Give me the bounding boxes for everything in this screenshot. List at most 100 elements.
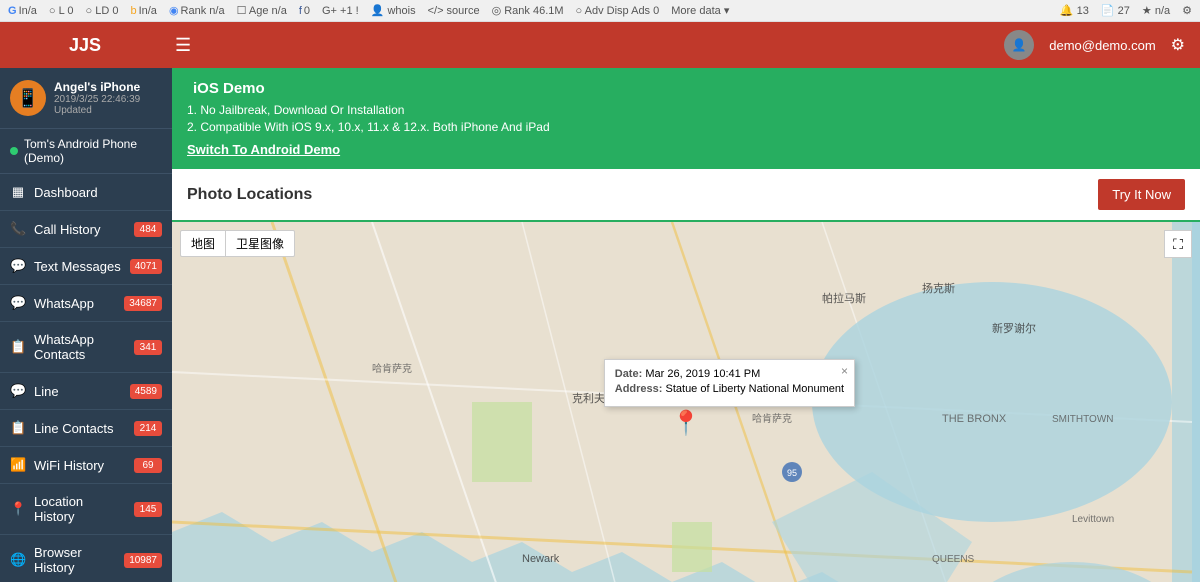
photo-locations-header: Photo Locations Try It Now bbox=[172, 169, 1200, 222]
whatsapp-badge: 34687 bbox=[124, 296, 162, 311]
popup-address-label: Address: bbox=[615, 383, 663, 395]
popup-address-row: Address: Statue of Liberty National Monu… bbox=[615, 383, 844, 395]
map-pin: 📍 bbox=[671, 409, 701, 438]
text-messages-badge: 4071 bbox=[130, 259, 162, 274]
more-data-button[interactable]: More data ▾ bbox=[671, 4, 729, 17]
active-dot bbox=[10, 147, 18, 155]
seo-item: ◉ Rank n/a bbox=[169, 4, 225, 17]
sidebar-item-label: WhatsApp Contacts bbox=[34, 332, 126, 362]
ios-banner-point-1: No Jailbreak, Download Or Installation bbox=[187, 103, 1185, 117]
svg-text:SMITHTOWN: SMITHTOWN bbox=[1052, 414, 1113, 425]
user-email: demo@demo.com bbox=[1049, 38, 1155, 53]
header-icons: 👤 demo@demo.com ⚙ bbox=[974, 30, 1185, 60]
svg-text:Levittown: Levittown bbox=[1072, 514, 1114, 525]
ios-banner: iOS Demo No Jailbreak, Download Or Insta… bbox=[172, 68, 1200, 169]
browser-history-badge: 10987 bbox=[124, 553, 162, 568]
seo-item: 👤 whois bbox=[371, 4, 416, 17]
sidebar-item-label: Line Contacts bbox=[34, 421, 126, 436]
popup-date-row: Date: Mar 26, 2019 10:41 PM bbox=[615, 368, 844, 380]
seo-item: G In/a bbox=[8, 5, 37, 17]
map-popup: × Date: Mar 26, 2019 10:41 PM Address: S… bbox=[604, 359, 855, 407]
seo-item: </> source bbox=[428, 5, 480, 17]
avatar: 👤 bbox=[1004, 30, 1034, 60]
sidebar-item-label: Dashboard bbox=[34, 185, 162, 200]
line-badge: 4589 bbox=[130, 384, 162, 399]
sidebar-item-label: Browser History bbox=[34, 545, 116, 575]
ios-banner-point-2: Compatible With iOS 9.x, 10.x, 11.x & 12… bbox=[187, 120, 1185, 134]
sidebar-item-whatsapp-contacts[interactable]: 📋 WhatsApp Contacts 341 bbox=[0, 322, 172, 373]
text-icon: 💬 bbox=[10, 258, 26, 274]
line-contacts-icon: 📋 bbox=[10, 420, 26, 436]
sidebar-item-label: WhatsApp bbox=[34, 296, 116, 311]
sidebar-item-call-history[interactable]: 📞 Call History 484 bbox=[0, 211, 172, 248]
svg-text:QUEENS: QUEENS bbox=[932, 554, 975, 565]
call-history-badge: 484 bbox=[134, 222, 162, 237]
logo: JJS bbox=[15, 35, 155, 56]
sidebar: 📱 Angel's iPhone 2019/3/25 22:46:39 Upda… bbox=[0, 68, 172, 582]
satellite-view-button[interactable]: 卫星图像 bbox=[225, 230, 295, 257]
popup-date-label: Date: bbox=[615, 368, 643, 380]
switch-android-link[interactable]: Switch To Android Demo bbox=[187, 142, 340, 157]
device-icon: 📱 bbox=[10, 80, 46, 116]
svg-text:95: 95 bbox=[787, 468, 797, 478]
seo-item: ○ LD 0 bbox=[86, 5, 119, 17]
sidebar-item-label: Call History bbox=[34, 222, 126, 237]
page-title: Photo Locations bbox=[187, 186, 312, 204]
browser-icon: 🌐 bbox=[10, 552, 26, 568]
ios-banner-list: No Jailbreak, Download Or Installation C… bbox=[187, 103, 1185, 134]
sidebar-item-wifi-history[interactable]: 📶 WiFi History 69 bbox=[0, 447, 172, 484]
seo-item: ☐ Age n/a bbox=[237, 4, 287, 17]
map-area: 帕拉马斯 扬克斯 新罗谢尔 哈肯萨克 克利夫顿 哈肯萨克 Newark New … bbox=[172, 222, 1200, 582]
whatsapp-contacts-icon: 📋 bbox=[10, 339, 26, 355]
sidebar-item-label: Line bbox=[34, 384, 122, 399]
sidebar-item-label: Text Messages bbox=[34, 259, 122, 274]
seo-item: ◎ Rank 46.1M bbox=[492, 4, 564, 17]
menu-icon[interactable]: ☰ bbox=[175, 35, 954, 56]
content-area: iOS Demo No Jailbreak, Download Or Insta… bbox=[172, 68, 1200, 582]
map-view-button[interactable]: 地图 bbox=[180, 230, 225, 257]
sidebar-item-line[interactable]: 💬 Line 4589 bbox=[0, 373, 172, 410]
whatsapp-icon: 💬 bbox=[10, 295, 26, 311]
seo-bar: G In/a ○ L 0 ○ LD 0 b In/a ◉ Rank n/a ☐ … bbox=[0, 0, 1200, 22]
popup-close-button[interactable]: × bbox=[841, 364, 848, 378]
svg-text:THE BRONX: THE BRONX bbox=[942, 413, 1007, 425]
seo-item: 🔔 13 bbox=[1060, 4, 1089, 17]
svg-text:Newark: Newark bbox=[522, 553, 560, 565]
call-icon: 📞 bbox=[10, 221, 26, 237]
sidebar-item-text-messages[interactable]: 💬 Text Messages 4071 bbox=[0, 248, 172, 285]
map-expand-button[interactable]: ⛶ bbox=[1164, 230, 1192, 258]
sidebar-item-label: Location History bbox=[34, 494, 126, 524]
seo-item: f 0 bbox=[299, 5, 310, 17]
header-settings-icon[interactable]: ⚙ bbox=[1171, 35, 1185, 55]
try-it-now-button[interactable]: Try It Now bbox=[1098, 179, 1185, 210]
sidebar-item-whatsapp[interactable]: 💬 WhatsApp 34687 bbox=[0, 285, 172, 322]
line-icon: 💬 bbox=[10, 383, 26, 399]
sidebar-item-browser-history[interactable]: 🌐 Browser History 10987 bbox=[0, 535, 172, 582]
dashboard-icon: ▦ bbox=[10, 184, 26, 200]
location-history-badge: 145 bbox=[134, 502, 162, 517]
svg-text:哈肯萨克: 哈肯萨克 bbox=[372, 362, 412, 375]
android-demo-item[interactable]: Tom's Android Phone (Demo) bbox=[0, 129, 172, 174]
sidebar-item-label: WiFi History bbox=[34, 458, 126, 473]
seo-item: ○ L 0 bbox=[49, 5, 74, 17]
main-layout: 📱 Angel's iPhone 2019/3/25 22:46:39 Upda… bbox=[0, 68, 1200, 582]
sidebar-item-line-contacts[interactable]: 📋 Line Contacts 214 bbox=[0, 410, 172, 447]
sidebar-item-dashboard[interactable]: ▦ Dashboard bbox=[0, 174, 172, 211]
ios-banner-title: iOS Demo bbox=[187, 80, 1185, 97]
android-demo-label: Tom's Android Phone (Demo) bbox=[24, 137, 162, 165]
wifi-icon: 📶 bbox=[10, 457, 26, 473]
svg-text:帕拉马斯: 帕拉马斯 bbox=[822, 291, 866, 305]
seo-item: G+ +1 ! bbox=[322, 5, 359, 17]
seo-item: 📄 27 bbox=[1101, 4, 1130, 17]
sidebar-item-location-history[interactable]: 📍 Location History 145 bbox=[0, 484, 172, 535]
location-icon: 📍 bbox=[10, 501, 26, 517]
popup-date-text: Mar 26, 2019 10:41 PM bbox=[645, 368, 760, 380]
popup-address-text: Statue of Liberty National Monument bbox=[666, 383, 845, 395]
settings-icon[interactable]: ⚙ bbox=[1182, 4, 1192, 17]
header: JJS ☰ 👤 demo@demo.com ⚙ bbox=[0, 22, 1200, 68]
device-details: Angel's iPhone 2019/3/25 22:46:39 Update… bbox=[54, 80, 162, 116]
seo-item: ★ n/a bbox=[1142, 4, 1170, 17]
wifi-history-badge: 69 bbox=[134, 458, 162, 473]
line-contacts-badge: 214 bbox=[134, 421, 162, 436]
seo-item: ○ Adv Disp Ads 0 bbox=[576, 5, 660, 17]
